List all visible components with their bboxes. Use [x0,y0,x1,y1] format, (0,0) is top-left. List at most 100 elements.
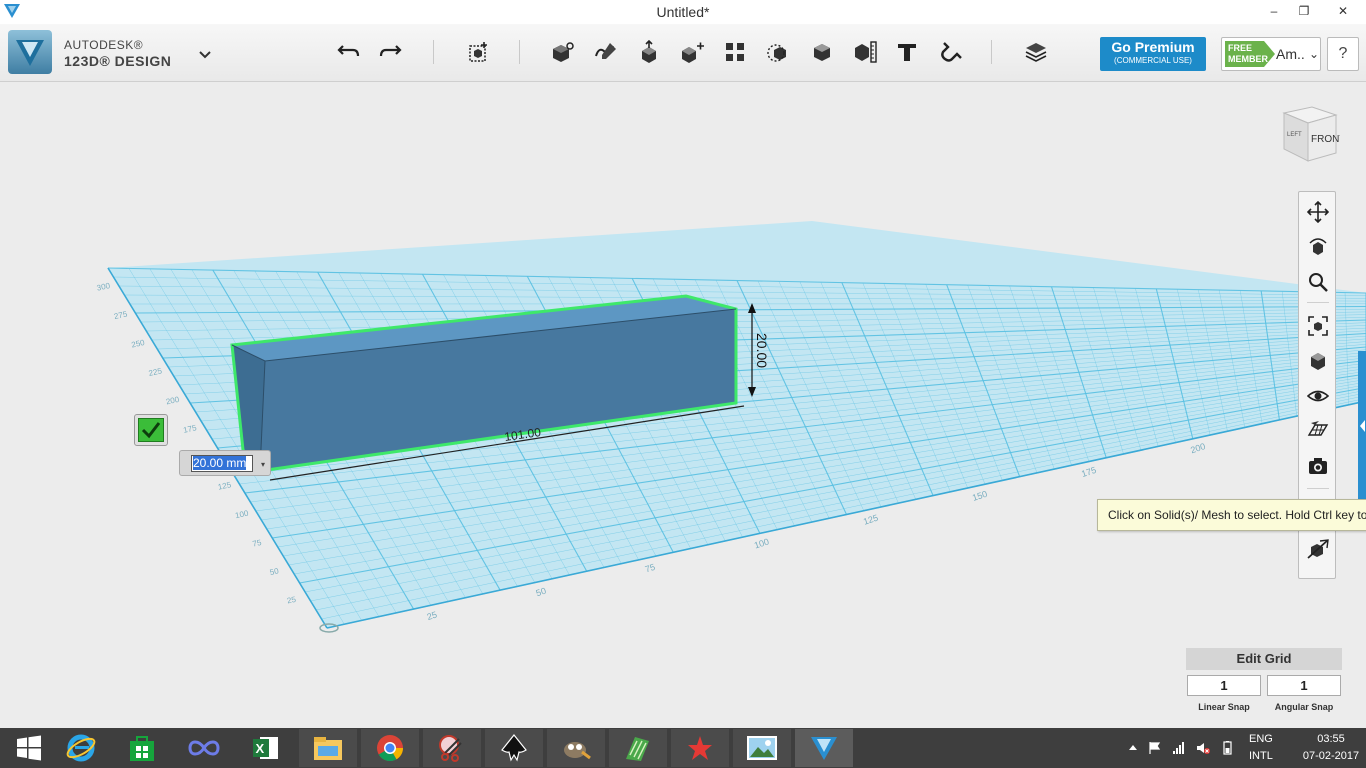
ruler-icon [855,41,877,63]
taskbar-internet-explorer[interactable] [52,729,110,767]
123d-design-icon [811,737,837,760]
sketch-button[interactable] [547,38,577,66]
redo-button[interactable] [375,38,405,66]
internet-explorer-icon [66,734,96,762]
combine-button[interactable] [764,38,794,66]
grid-tick-label: 50 [269,566,280,577]
pattern-icon [682,42,704,63]
taskbar-123d-design[interactable] [795,729,853,767]
fit-button[interactable] [1306,314,1330,338]
infinity-app-icon [188,740,220,756]
grid-tick-label: 275 [113,309,128,321]
grid-tick-label: 125 [862,513,879,527]
nav-divider [1307,488,1329,489]
undo-icon [337,45,360,57]
layers-button[interactable] [1021,38,1051,66]
modify-button[interactable] [634,38,664,66]
go-premium-label: Go Premium [1111,39,1195,55]
primitives-button[interactable] [463,38,493,66]
clock-date[interactable]: 07-02-2017 [1300,750,1362,762]
flag-icon[interactable] [1148,741,1162,755]
volume-muted-icon[interactable] [1196,741,1210,755]
grouping-button[interactable] [720,38,750,66]
camera-icon [1309,458,1327,474]
taskbar-gimp[interactable] [547,729,605,767]
orbit-button[interactable] [1306,236,1330,260]
redo-icon [379,45,402,57]
pan-button[interactable] [1306,200,1330,224]
view-button[interactable] [1306,349,1330,373]
brand-logo-icon[interactable] [8,30,52,74]
view-cube-front[interactable]: FRONT [1311,134,1340,145]
linear-snap-field[interactable]: 1 [1187,675,1261,696]
material-toggle-button[interactable] [1306,537,1330,561]
angular-snap-field[interactable]: 1 [1267,675,1341,696]
taskbar-snipping-tool[interactable] [423,729,481,767]
taskbar-autodesk-app[interactable] [671,729,729,767]
chevron-down-icon: ⌄ [1309,47,1320,61]
zoom-button[interactable] [1306,270,1330,294]
screenshot-button[interactable] [1306,454,1330,478]
side-panel-toggle[interactable] [1358,351,1366,501]
start-button[interactable] [0,729,58,767]
input-layout[interactable]: INTL [1249,750,1273,762]
taskbar-chrome[interactable] [361,729,419,767]
accept-button[interactable] [134,414,168,446]
view-cube[interactable]: FRONT LEFT [1278,103,1340,165]
construct-button[interactable] [591,38,621,66]
taskbar-excel[interactable]: X [237,729,295,767]
grid-toggle-button[interactable] [1306,418,1330,442]
go-premium-button[interactable]: Go Premium (COMMERCIAL USE) [1100,37,1206,71]
taskbar-sketchup[interactable] [609,729,667,767]
clock-time[interactable]: 03:55 [1300,733,1362,745]
go-premium-sublabel: (COMMERCIAL USE) [1114,56,1192,65]
taskbar-store[interactable] [113,729,171,767]
fit-icon [1308,316,1328,336]
signal-icon[interactable] [1172,741,1186,755]
pattern-button[interactable] [677,38,707,66]
badge-line-1: FREE [1228,43,1253,53]
text-button[interactable] [892,38,922,66]
battery-icon[interactable] [1220,741,1234,755]
grid-tick-label: 100 [753,536,770,550]
snap-button[interactable] [936,38,966,66]
chevron-down-icon[interactable] [197,46,213,62]
dimension-dropdown-icon[interactable]: ▾ [257,456,269,472]
input-language[interactable]: ENG [1249,733,1273,745]
file-explorer-icon [314,737,342,760]
windows-taskbar: X ENG INTL 03:55 07-02-2017 [0,728,1366,768]
chevron-up-icon[interactable] [1126,741,1140,755]
brand-product: 123D® DESIGN [64,53,172,69]
taskbar-infinity-app[interactable] [175,729,233,767]
taskbar-inkscape[interactable] [485,729,543,767]
measure-button[interactable] [807,38,837,66]
sketch-icon [553,42,574,62]
scene-canvas[interactable]: 2550751001251501752002550751001251501752… [0,83,1366,728]
view-icon [1311,353,1325,370]
taskbar-photos[interactable] [733,729,791,767]
grid-tick-label: 75 [644,562,657,575]
taskbar-file-explorer[interactable] [299,729,357,767]
material-button[interactable] [850,38,880,66]
restore-button[interactable]: ❐ [1290,0,1318,22]
undo-button[interactable] [334,38,364,66]
checkmark-icon [138,418,164,442]
inkscape-icon [501,734,527,762]
modify-icon [642,40,656,63]
minimize-button[interactable]: – [1260,0,1288,22]
3d-viewport[interactable]: 2550751001251501752002550751001251501752… [0,83,1366,728]
visibility-button[interactable] [1306,384,1330,408]
dimension-input[interactable]: 20.00 mm [191,455,253,472]
combine-icon [767,44,786,62]
grid-tick-label: 125 [217,480,232,492]
window-title: Untitled* [656,4,710,20]
close-button[interactable]: ✕ [1320,0,1366,22]
toolbar-divider [519,40,520,64]
help-button[interactable]: ? [1327,37,1359,71]
account-menu[interactable]: FREE MEMBER Am.. ⌄ [1221,37,1321,71]
height-dimension-label: 20.00 [754,333,770,368]
view-cube-left[interactable]: LEFT [1287,132,1302,138]
selection-tooltip: Click on Solid(s)/ Mesh to select. Hold … [1097,499,1366,531]
edit-grid-button[interactable]: Edit Grid [1186,648,1342,670]
nav-divider [1307,302,1329,303]
